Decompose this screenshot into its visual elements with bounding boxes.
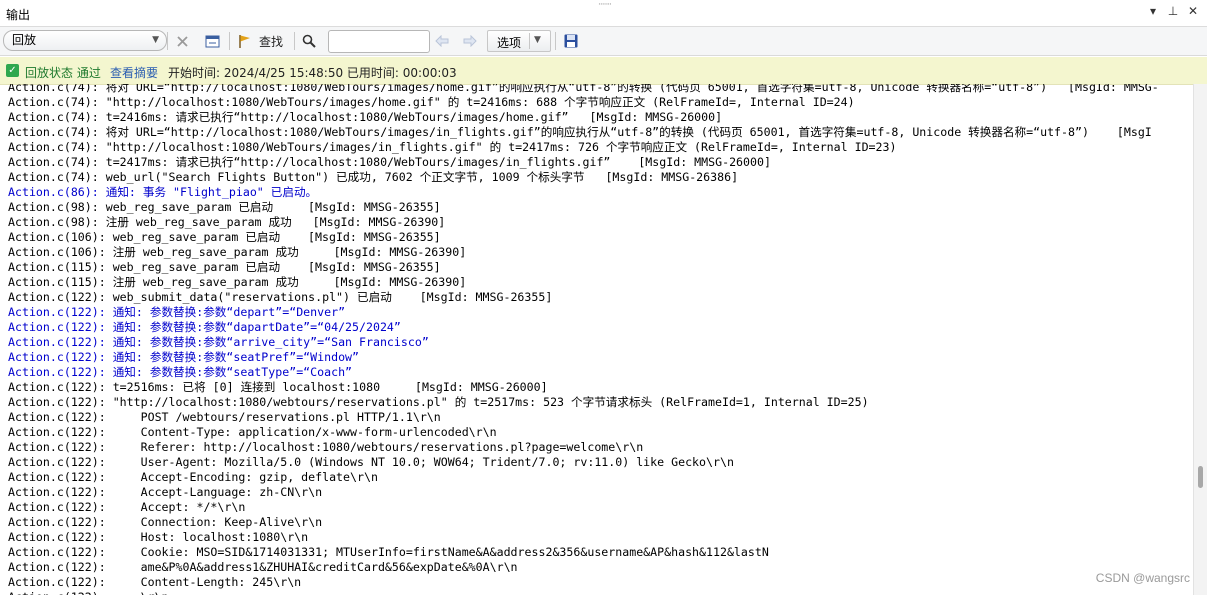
log-notice-line: Action.c(122): 通知: 参数替换:参数“seatPref”=“Wi… xyxy=(8,350,360,364)
log-line: Action.c(74): t=2417ms: 请求已执行“http://loc… xyxy=(8,155,771,169)
output-toolbar: 回放 ▼ 查找 选项 ▼ xyxy=(0,27,1207,56)
log-line: Action.c(115): web_reg_save_param 已启动 [M… xyxy=(8,260,441,274)
watermark-text: CSDN @wangsrc xyxy=(1093,571,1192,585)
log-line: Action.c(122): Content-Length: 245\r\n xyxy=(8,575,302,589)
replay-log-area[interactable]: Action.c(74): 将对 URL=“http://localhost:1… xyxy=(0,84,1193,595)
window-controls: ▾ ⊥ ✕ xyxy=(1147,4,1199,18)
options-divider xyxy=(529,33,530,49)
log-line: Action.c(122): Host: localhost:1080\r\n xyxy=(8,530,309,544)
close-button[interactable]: ✕ xyxy=(1187,4,1199,18)
find-next-button[interactable] xyxy=(462,31,478,51)
search-icon xyxy=(302,34,316,48)
chevron-down-icon: ▼ xyxy=(152,35,159,45)
replay-status-bar: ✓ 回放状态 通过 查看摘要 开始时间: 2024/4/25 15:48:50 … xyxy=(0,57,1207,85)
log-line: Action.c(74): 将对 URL=“http://localhost:1… xyxy=(8,125,1152,139)
clear-button[interactable] xyxy=(174,31,190,51)
log-line: Action.c(122): t=2516ms: 已将 [0] 连接到 loca… xyxy=(8,380,548,394)
arrow-left-icon xyxy=(435,35,449,47)
log-line: Action.c(122): "http://localhost:1080/we… xyxy=(8,395,869,409)
log-notice-line: Action.c(122): 通知: 参数替换:参数“arrive_city”=… xyxy=(8,335,429,349)
log-line: Action.c(122): Accept: */*\r\n xyxy=(8,500,246,514)
chevron-down-icon: ▼ xyxy=(534,35,541,45)
find-button[interactable]: 查找 xyxy=(237,31,287,51)
output-mode-value: 回放 xyxy=(12,33,37,47)
log-line: Action.c(122): POST /webtours/reservatio… xyxy=(8,410,441,424)
log-line: Action.c(122): \r\n xyxy=(8,590,169,595)
save-button[interactable] xyxy=(563,31,579,51)
toolbar-divider xyxy=(229,32,230,50)
log-notice-line: Action.c(86): 通知: 事务 "Flight_piao" 已启动。 xyxy=(8,185,318,199)
toolbar-divider xyxy=(294,32,295,50)
log-line: Action.c(122): Accept-Language: zh-CN\r\… xyxy=(8,485,323,499)
pin-button[interactable]: ⊥ xyxy=(1167,4,1179,18)
options-dropdown-button[interactable]: 选项 ▼ xyxy=(487,30,551,52)
toolbar-divider xyxy=(555,32,556,50)
output-mode-select[interactable]: 回放 ▼ xyxy=(3,30,167,51)
log-line: Action.c(122): ame&P%0A&address1&ZHUHAI&… xyxy=(8,560,518,574)
log-line: Action.c(74): 将对 URL=“http://localhost:1… xyxy=(8,84,1159,94)
time-info-text: 开始时间: 2024/4/25 15:48:50 已用时间: 00:00:03 xyxy=(168,66,457,80)
log-line: Action.c(122): web_submit_data("reservat… xyxy=(8,290,553,304)
window-wrap-icon xyxy=(205,35,219,47)
log-line: Action.c(115): 注册 web_reg_save_param 成功 … xyxy=(8,275,467,289)
log-notice-line: Action.c(122): 通知: 参数替换:参数“depart”=“Denv… xyxy=(8,305,346,319)
panel-title: 输出 xyxy=(6,8,31,22)
find-previous-button[interactable] xyxy=(434,31,450,51)
log-notice-line: Action.c(122): 通知: 参数替换:参数“seatType”=“Co… xyxy=(8,365,353,379)
log-vertical-scrollbar[interactable] xyxy=(1193,84,1207,595)
replay-status-text: 回放状态 通过 xyxy=(25,66,101,80)
log-line: Action.c(122): Cookie: MSO=SID&171403133… xyxy=(8,545,769,559)
find-input[interactable] xyxy=(328,30,430,53)
log-line: Action.c(74): "http://localhost:1080/Web… xyxy=(8,140,897,154)
search-button[interactable] xyxy=(301,31,317,51)
log-line: Action.c(122): Connection: Keep-Alive\r\… xyxy=(8,515,323,529)
drag-grip-icon[interactable]: ······· xyxy=(598,0,612,10)
log-line: Action.c(122): User-Agent: Mozilla/5.0 (… xyxy=(8,455,734,469)
log-notice-line: Action.c(122): 通知: 参数替换:参数“dapartDate”=“… xyxy=(8,320,401,334)
check-icon: ✓ xyxy=(6,64,19,77)
log-line: Action.c(106): 注册 web_reg_save_param 成功 … xyxy=(8,245,467,259)
log-line: Action.c(98): web_reg_save_param 已启动 [Ms… xyxy=(8,200,441,214)
log-line: Action.c(74): web_url("Search Flights Bu… xyxy=(8,170,739,184)
find-label: 查找 xyxy=(259,34,284,49)
toolbar-divider xyxy=(167,32,168,50)
save-disk-icon xyxy=(564,34,578,48)
arrow-right-icon xyxy=(463,35,477,47)
view-summary-link[interactable]: 查看摘要 xyxy=(110,64,158,81)
output-panel-titlebar: 输出 ······· ▾ ⊥ ✕ xyxy=(0,0,1207,27)
log-line: Action.c(74): t=2416ms: 请求已执行“http://loc… xyxy=(8,110,723,124)
scrollbar-thumb[interactable] xyxy=(1198,466,1203,488)
wrap-button[interactable] xyxy=(203,31,221,51)
options-label: 选项 xyxy=(497,36,522,50)
log-line: Action.c(122): Accept-Encoding: gzip, de… xyxy=(8,470,378,484)
clear-x-icon xyxy=(176,35,188,47)
log-line: Action.c(98): 注册 web_reg_save_param 成功 [… xyxy=(8,215,446,229)
log-line: Action.c(122): Content-Type: application… xyxy=(8,425,497,439)
panel-menu-button[interactable]: ▾ xyxy=(1147,4,1159,18)
flag-icon xyxy=(239,35,250,48)
log-line: Action.c(122): Referer: http://localhost… xyxy=(8,440,644,454)
log-line: Action.c(106): web_reg_save_param 已启动 [M… xyxy=(8,230,441,244)
log-line: Action.c(74): "http://localhost:1080/Web… xyxy=(8,95,855,109)
